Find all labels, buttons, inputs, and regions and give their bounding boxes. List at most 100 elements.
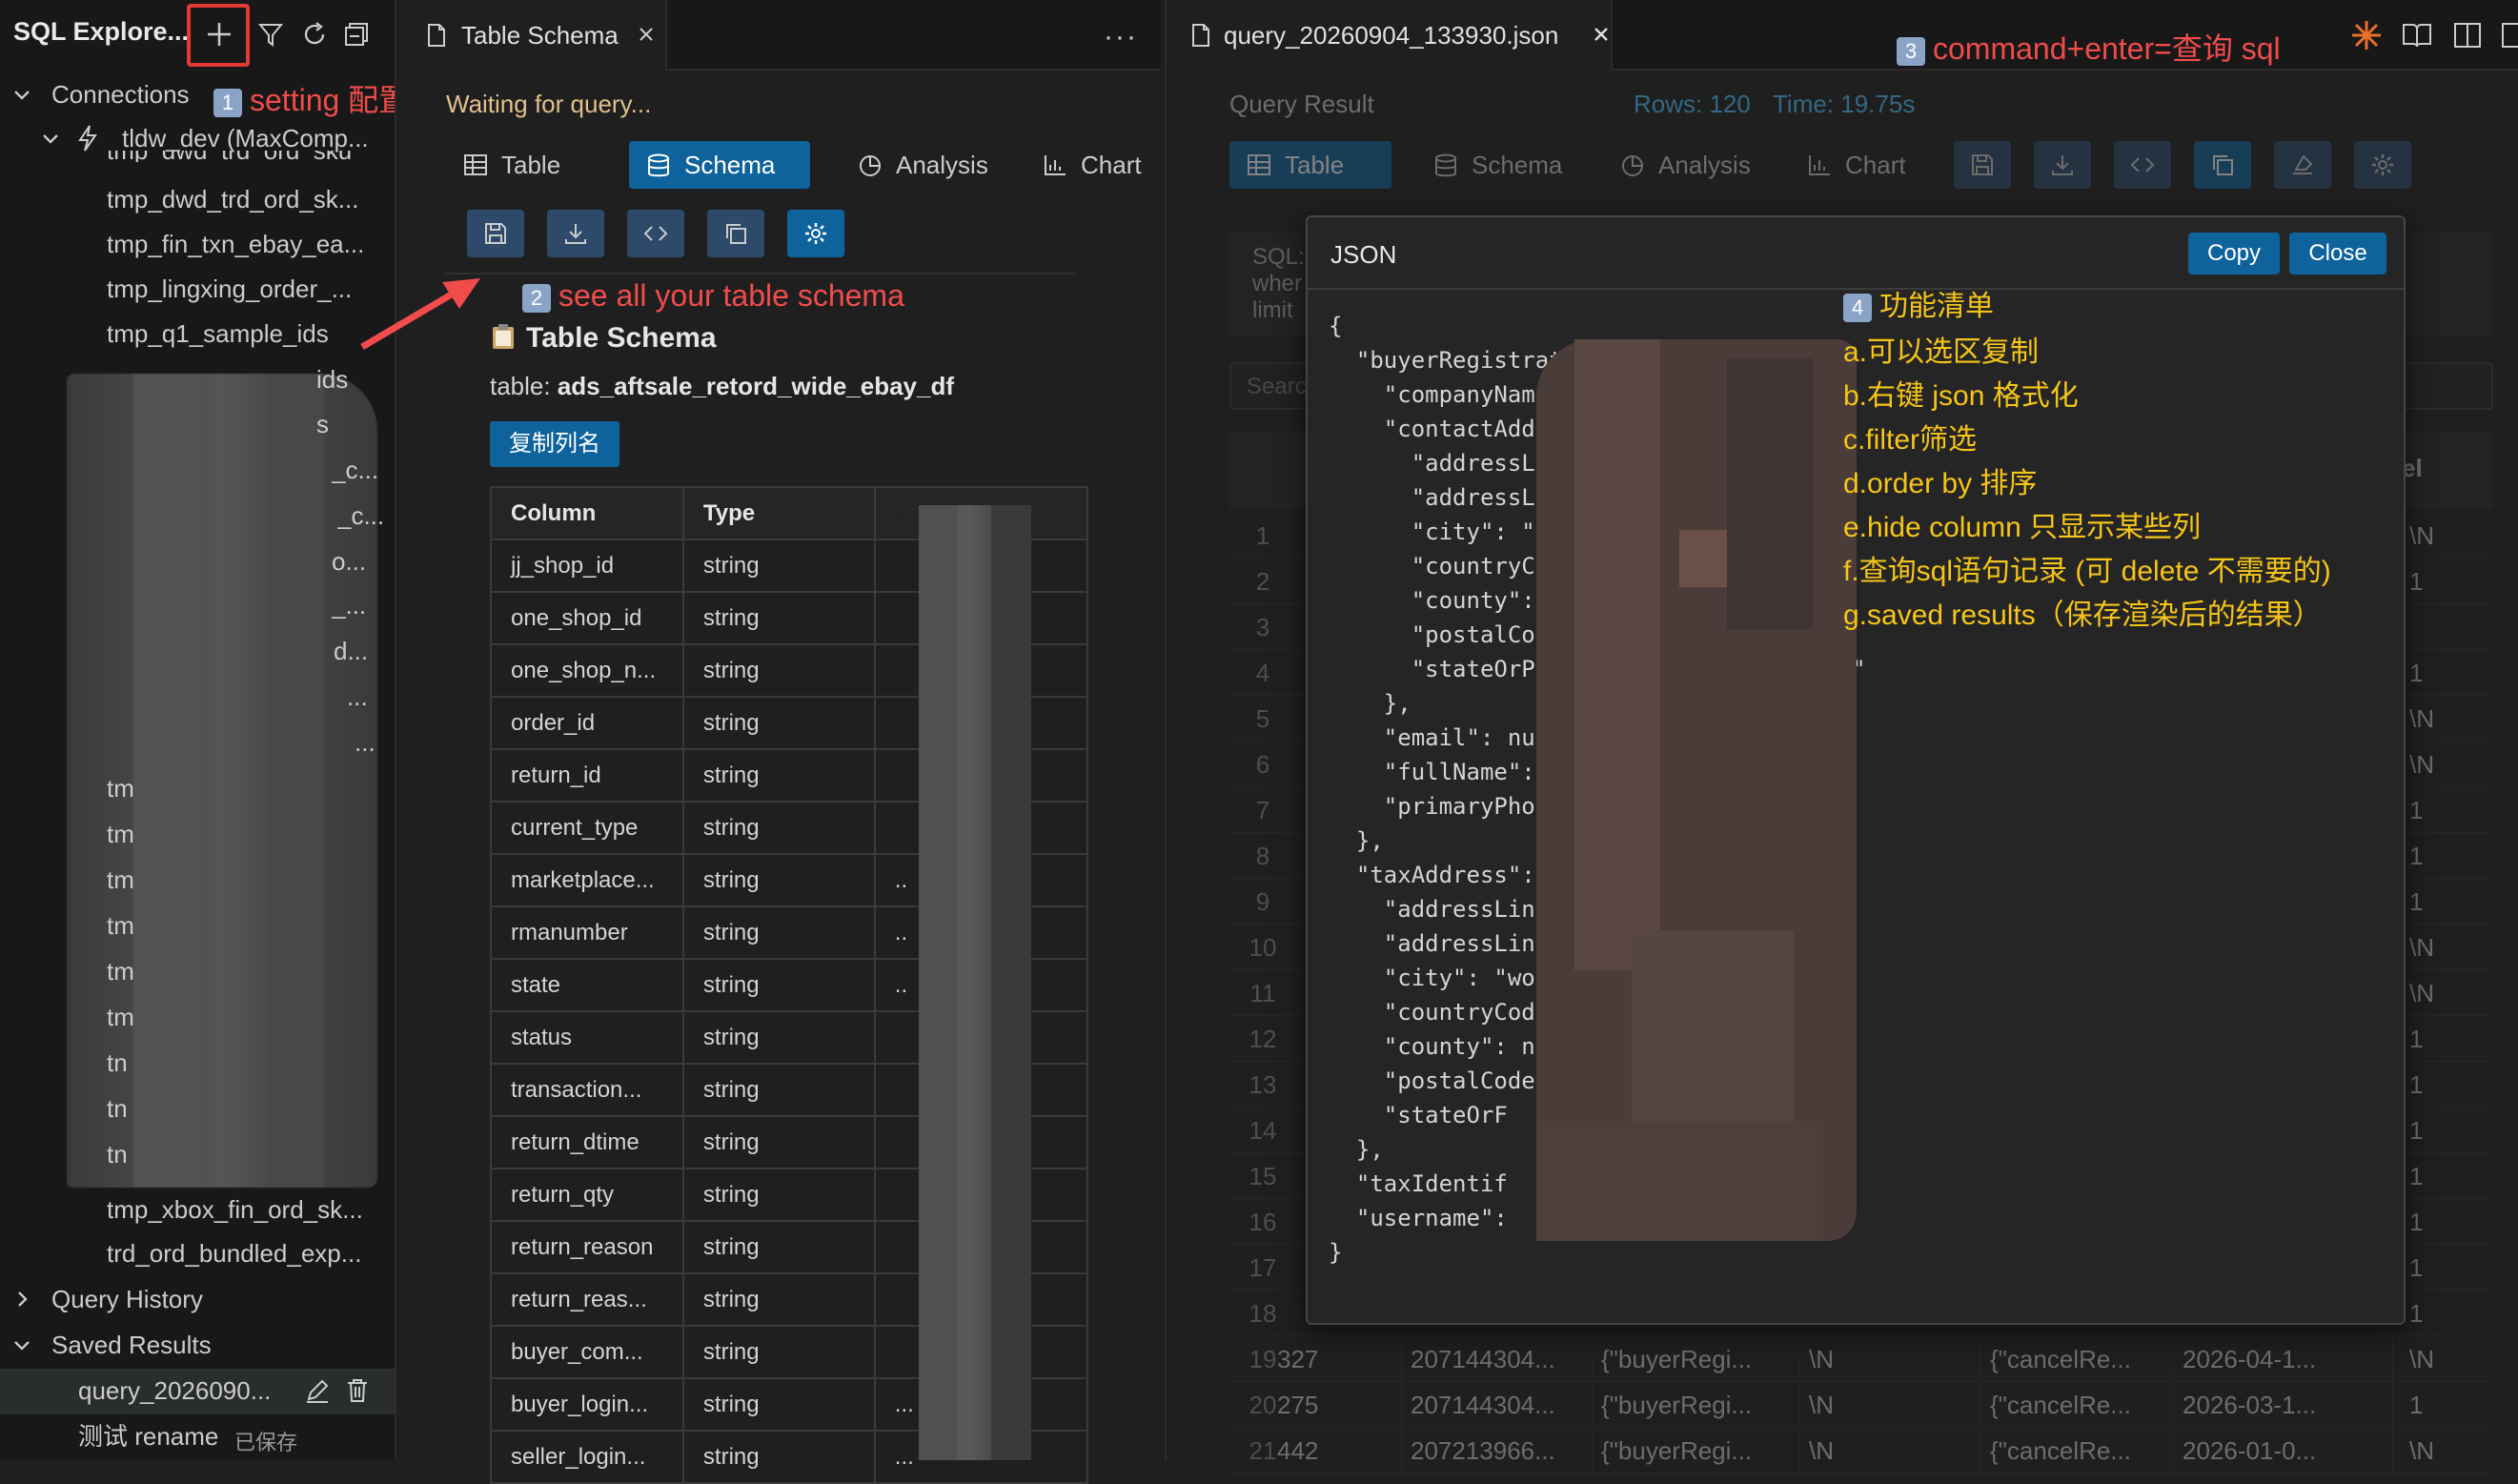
view-tab-schema[interactable]: Schema — [629, 141, 810, 189]
query-status: Waiting for query... — [446, 90, 652, 118]
view-tab-schema[interactable]: Schema — [1416, 141, 1588, 189]
view-tab-table[interactable]: Table — [1229, 141, 1391, 189]
cell-value: 1 — [2409, 1162, 2424, 1190]
view-tab-table[interactable]: Table — [446, 141, 579, 189]
cell-value[interactable]: 442 — [1277, 1428, 1420, 1474]
query-history-section[interactable]: Query History — [51, 1277, 203, 1321]
cell-value: \N — [2409, 521, 2434, 550]
sidebar-table-item-partial[interactable]: tm — [107, 812, 134, 856]
sidebar-table-item-partial[interactable]: ... — [355, 721, 376, 764]
cell-value[interactable]: 2026-03-1... — [2183, 1382, 2373, 1428]
cell-value[interactable]: {"cancelRe... — [1990, 1336, 2181, 1382]
edit-icon[interactable] — [303, 1376, 332, 1405]
sidebar-table-item-partial[interactable]: tm — [107, 766, 134, 810]
collapse-all-icon[interactable] — [343, 21, 370, 48]
cell-value[interactable]: 2026-01-0... — [2183, 1428, 2373, 1474]
copy-button[interactable] — [707, 210, 764, 257]
sidebar-table-item-partial[interactable]: tm — [107, 949, 134, 993]
view-tab-chart[interactable]: Chart — [1790, 141, 1933, 189]
cell-value[interactable]: 2026-04-1... — [2183, 1336, 2373, 1382]
saved-item-name[interactable]: query_2026090... — [78, 1369, 271, 1413]
schema-column-name: return_dtime — [490, 1115, 684, 1169]
sidebar-table-item-partial[interactable]: s — [316, 402, 329, 446]
sidebar-table-item-partial[interactable]: tm — [107, 904, 134, 947]
cell-value: \N — [2409, 979, 2434, 1007]
table-row[interactable]: 20 275 207144304... {"buyerRegi... \N {"cance… — [1229, 1382, 2493, 1428]
schema-column-name: return_qty — [490, 1168, 684, 1222]
sidebar-table-item[interactable]: tmp_lingxing_order_... — [107, 267, 352, 311]
copy-column-names-button[interactable]: 复制列名 — [490, 421, 619, 467]
copy-button[interactable] — [2194, 141, 2251, 189]
close-tab-icon[interactable] — [637, 25, 656, 44]
add-connection-icon[interactable] — [206, 21, 233, 48]
sidebar-table-item-partial[interactable]: ... — [347, 675, 368, 719]
trash-icon[interactable] — [343, 1376, 372, 1405]
cell-value[interactable]: \N — [1809, 1336, 1961, 1382]
schema-column-name: return_id — [490, 748, 684, 803]
save-button[interactable] — [1954, 141, 2011, 189]
cell-value[interactable]: 327 — [1277, 1336, 1420, 1382]
download-button[interactable] — [547, 210, 604, 257]
cell-value[interactable]: 275 — [1277, 1382, 1420, 1428]
sidebar-table-item-partial[interactable]: tn — [107, 1087, 128, 1130]
connections-section[interactable]: Connections — [51, 72, 190, 116]
sidebar-table-item[interactable]: tmp_fin_txn_ebay_ea... — [107, 222, 364, 266]
sidebar-table-item-partial[interactable]: d... — [334, 629, 368, 673]
settings-button[interactable] — [787, 210, 844, 257]
book-icon[interactable] — [2402, 21, 2432, 50]
sidebar-table-item-partial[interactable]: o... — [332, 539, 366, 583]
settings-button[interactable] — [2354, 141, 2411, 189]
sidebar-table-item-partial[interactable]: ids — [316, 357, 348, 401]
row-number: 13 — [1249, 1070, 1277, 1099]
more-icon[interactable] — [2501, 21, 2518, 50]
close-tab-icon[interactable] — [1592, 25, 1611, 44]
sidebar-title: SQL Explore... — [13, 17, 190, 46]
clear-button[interactable] — [2274, 141, 2331, 189]
cell-value[interactable]: {"buyerRegi... — [1601, 1382, 1801, 1428]
cell-value[interactable]: \N — [2409, 1428, 2486, 1474]
more-actions-icon[interactable]: ··· — [1104, 21, 1138, 53]
view-tab-analysis[interactable]: Analysis — [1603, 141, 1784, 189]
cell-value[interactable]: {"cancelRe... — [1990, 1428, 2181, 1474]
table-row[interactable]: 19 327 207144304... {"buyerRegi... \N {"cance… — [1229, 1336, 2493, 1382]
saved-item-name[interactable]: 测试 rename — [78, 1414, 218, 1458]
filter-icon[interactable] — [257, 21, 284, 48]
cell-value[interactable]: 207213966... — [1411, 1428, 1592, 1474]
cell-value[interactable]: 207144304... — [1411, 1336, 1592, 1382]
sidebar-table-item[interactable]: trd_ord_bundled_exp... — [107, 1231, 361, 1275]
cell-value[interactable]: \N — [2409, 1336, 2486, 1382]
cell-value[interactable]: \N — [1809, 1382, 1961, 1428]
cell-divider — [1980, 1428, 1981, 1474]
code-view-button[interactable] — [627, 210, 684, 257]
sidebar-table-item-partial[interactable]: tm — [107, 995, 134, 1039]
copy-json-button[interactable]: Copy — [2188, 233, 2280, 274]
sidebar-table-item[interactable]: tmp_q1_sample_ids — [107, 312, 329, 356]
sidebar-table-item-partial[interactable]: _... — [332, 583, 366, 627]
cell-value[interactable]: 207144304... — [1411, 1382, 1592, 1428]
sidebar-table-item-partial[interactable]: tn — [107, 1132, 128, 1176]
sparkle-icon[interactable] — [2350, 19, 2383, 51]
close-modal-button[interactable]: Close — [2289, 233, 2386, 274]
code-view-button[interactable] — [2114, 141, 2171, 189]
view-tab-chart[interactable]: Chart — [1025, 141, 1168, 189]
json-line: "addressLin — [1329, 896, 1535, 923]
saved-results-section[interactable]: Saved Results — [51, 1323, 212, 1367]
download-button[interactable] — [2034, 141, 2091, 189]
save-button[interactable] — [467, 210, 524, 257]
split-editor-icon[interactable] — [2453, 21, 2482, 50]
json-line: } — [1329, 1239, 1343, 1266]
sidebar-table-item-partial[interactable]: _c... — [332, 448, 378, 492]
view-tab-analysis[interactable]: Analysis — [841, 141, 1022, 189]
cell-value[interactable]: {"cancelRe... — [1990, 1382, 2181, 1428]
cell-value[interactable]: {"buyerRegi... — [1601, 1336, 1801, 1382]
table-row[interactable]: 21 442 207213966... {"buyerRegi... \N {"cance… — [1229, 1428, 2493, 1474]
sidebar-table-item-partial[interactable]: tn — [107, 1041, 128, 1085]
cell-value[interactable]: 1 — [2409, 1382, 2486, 1428]
sidebar-table-item[interactable]: tmp_xbox_fin_ord_sk... — [107, 1188, 363, 1231]
sidebar-table-item-partial[interactable]: tm — [107, 858, 134, 902]
sidebar-table-item-partial[interactable]: _c... — [337, 494, 384, 538]
cell-value[interactable]: {"buyerRegi... — [1601, 1428, 1801, 1474]
sidebar-table-item[interactable]: tmp_dwd_trd_ord_sk... — [107, 177, 358, 221]
refresh-icon[interactable] — [301, 21, 328, 48]
cell-value[interactable]: \N — [1809, 1428, 1961, 1474]
